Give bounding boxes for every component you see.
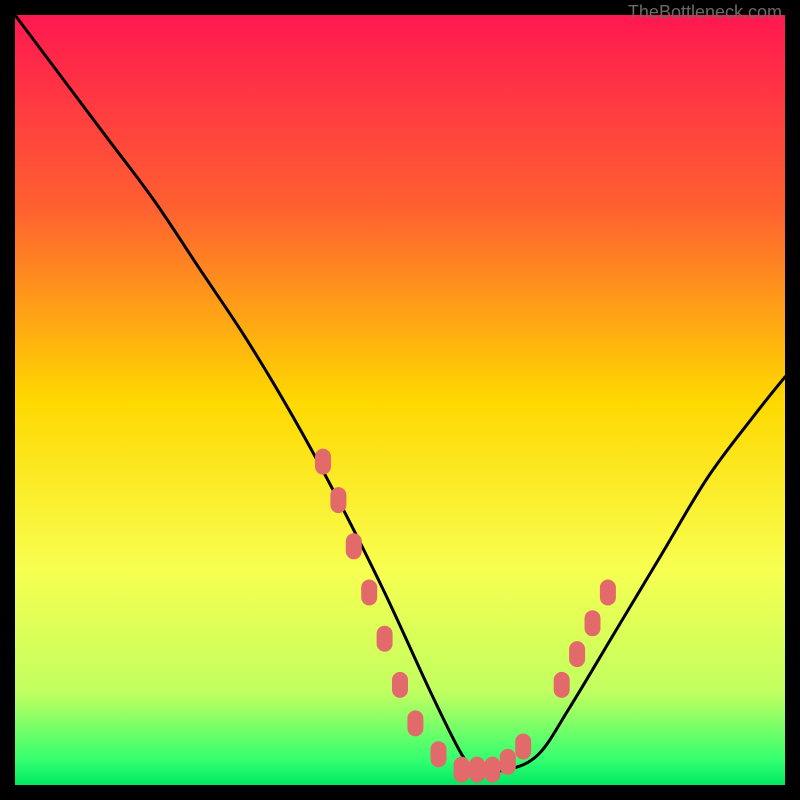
marker-pill [469, 757, 485, 783]
marker-pill [454, 757, 470, 783]
chart-container [15, 15, 785, 785]
marker-pill [431, 741, 447, 767]
marker-pill [600, 580, 616, 606]
marker-pill [377, 626, 393, 652]
marker-pill [392, 672, 408, 698]
marker-pill [407, 710, 423, 736]
marker-pill [554, 672, 570, 698]
marker-pill [569, 641, 585, 667]
marker-pill [315, 449, 331, 475]
marker-pill [484, 757, 500, 783]
bottleneck-curve [15, 15, 785, 772]
marker-pill [585, 610, 601, 636]
marker-pill [330, 487, 346, 513]
marker-pill [500, 749, 516, 775]
curve-layer [15, 15, 785, 785]
marker-pill [361, 580, 377, 606]
marker-pill [515, 734, 531, 760]
attribution-label: TheBottleneck.com [628, 2, 782, 23]
marker-pill [346, 533, 362, 559]
optimal-range-markers [315, 449, 616, 783]
